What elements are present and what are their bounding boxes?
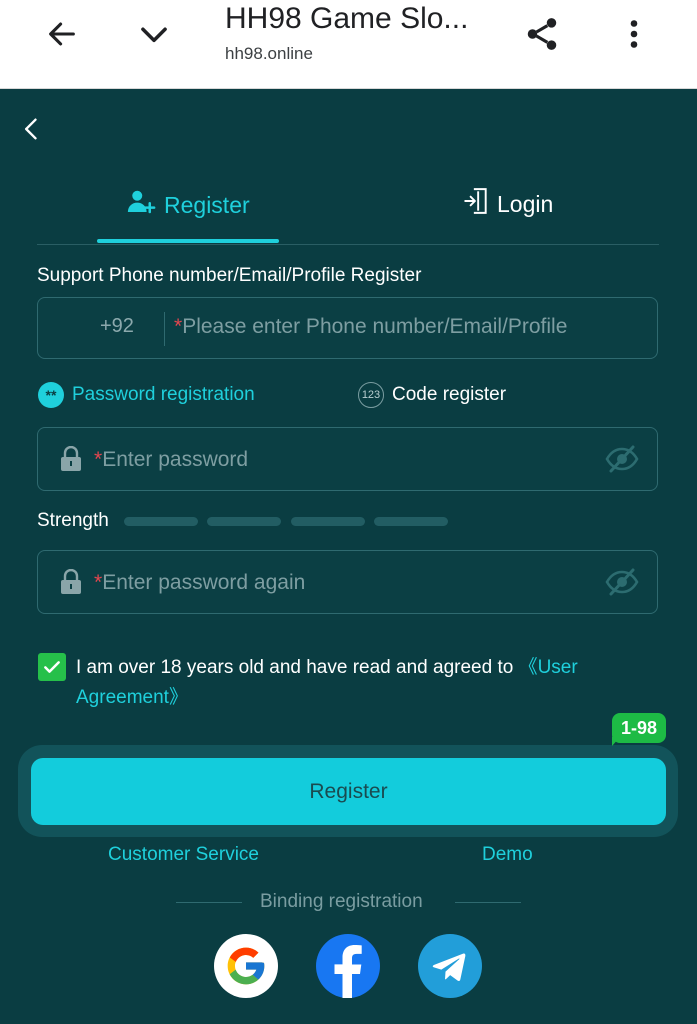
demo-link[interactable]: Demo [482,844,533,866]
password-placeholder: *Enter password [94,448,249,471]
register-page: Register Login Support Phone number/Emai… [0,89,697,1024]
tab-divider [37,244,659,245]
password-input[interactable]: *Enter password [37,427,658,491]
tab-register-label: Register [164,191,250,218]
account-input[interactable]: +92 *Please enter Phone number/Email/Pro… [37,297,658,359]
code-register-option[interactable]: 123 Code register [358,382,506,408]
share-icon[interactable] [522,14,562,54]
google-icon[interactable] [214,934,278,998]
binding-registration-label: Binding registration [260,891,423,912]
more-menu-icon[interactable] [614,14,654,54]
back-arrow-icon[interactable] [42,14,82,54]
agreement-statement: I am over 18 years old and have read and… [76,657,519,678]
telegram-icon[interactable] [418,934,482,998]
country-code[interactable]: +92 [100,315,134,338]
lock-icon [60,445,82,477]
agree-checkbox[interactable] [38,653,66,681]
promo-badge: 1-98 [612,713,667,743]
password-registration-label: Password registration [72,384,255,405]
back-chevron-icon[interactable] [18,115,46,143]
tab-register[interactable]: Register [126,187,250,223]
register-button[interactable]: Register [31,758,666,825]
eye-off-icon[interactable] [605,444,639,479]
password-dots-icon: ** [38,382,64,408]
facebook-icon[interactable] [316,934,380,998]
add-user-icon [126,187,156,223]
tab-login[interactable]: Login [463,187,553,221]
page-title: HH98 Game Slo... [225,2,469,35]
customer-service-link[interactable]: Customer Service [108,844,259,866]
agreement-text: I am over 18 years old and have read and… [76,653,636,713]
strength-segment [291,517,365,526]
checkmark-icon [44,661,60,673]
strength-segment [207,517,281,526]
chevron-down-icon[interactable] [134,14,174,54]
account-label: Support Phone number/Email/Profile Regis… [37,265,422,286]
strength-segment [374,517,448,526]
lock-icon [60,568,82,600]
tab-login-label: Login [497,190,554,217]
eye-off-icon[interactable] [605,567,639,602]
strength-segment [124,517,198,526]
active-tab-indicator [97,239,279,243]
strength-label: Strength [37,510,109,531]
page-url[interactable]: hh98.online [225,44,313,64]
divider-line [176,902,242,903]
divider-line [455,902,521,903]
field-divider [164,312,165,346]
confirm-password-input[interactable]: *Enter password again [37,550,658,614]
account-placeholder: *Please enter Phone number/Email/Profile [174,315,568,338]
login-door-icon [463,187,489,221]
confirm-password-placeholder: *Enter password again [94,571,306,594]
browser-toolbar: HH98 Game Slo... hh98.online [0,0,697,89]
password-registration-option[interactable]: ** Password registration [38,382,255,408]
numeric-code-icon: 123 [358,382,384,408]
code-register-label: Code register [392,384,507,405]
